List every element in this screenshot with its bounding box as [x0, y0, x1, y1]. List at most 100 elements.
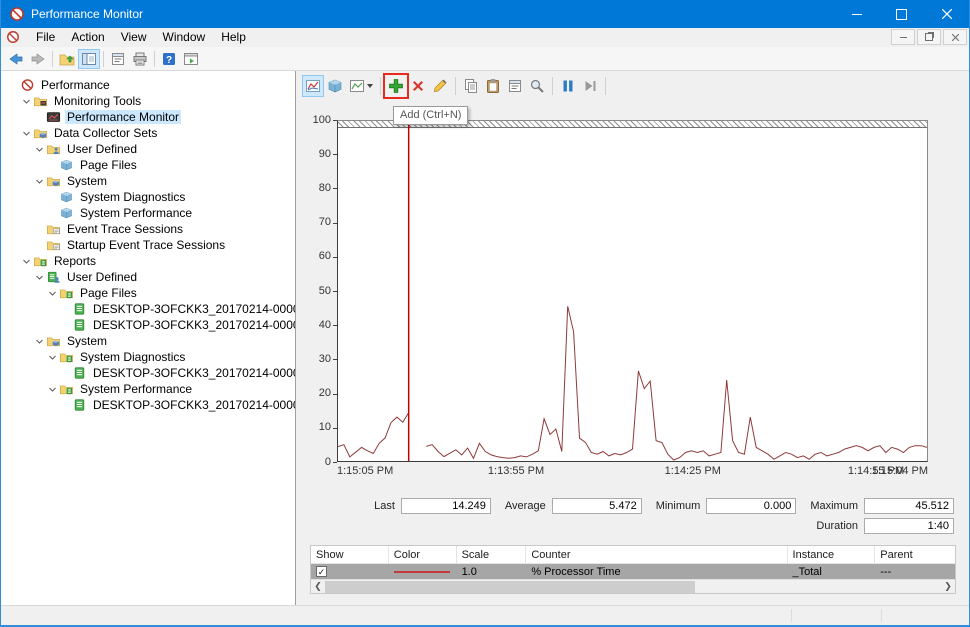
tree-item-system-performance[interactable]: System Performance	[1, 205, 295, 221]
mdi-restore-button[interactable]	[917, 29, 941, 45]
duration-bar: Duration 1:40	[802, 518, 954, 534]
view-current-activity-button[interactable]	[302, 75, 324, 97]
tree-item-desktop-3ofckk3-20170214-000001[interactable]: DESKTOP-3OFCKK3_20170214-000001	[1, 301, 295, 317]
column-header-scale[interactable]: Scale	[457, 546, 527, 563]
menu-view[interactable]: View	[113, 29, 155, 45]
back-button[interactable]	[5, 49, 27, 69]
tree-item-desktop-3ofckk3-20170214-000002[interactable]: DESKTOP-3OFCKK3_20170214-000002	[1, 397, 295, 413]
print-button[interactable]	[129, 49, 151, 69]
tree-item-desktop-3ofckk3-20170214-000001[interactable]: DESKTOP-3OFCKK3_20170214-000001	[1, 365, 295, 381]
tree-item-performance[interactable]: Performance	[1, 77, 295, 93]
highlight-button[interactable]	[429, 75, 451, 97]
maximize-button[interactable]	[879, 0, 924, 28]
chevron-expanded-icon[interactable]	[46, 351, 59, 364]
horizontal-scrollbar[interactable]: ❮ ❯	[311, 579, 955, 593]
tree-item-page-files[interactable]: Page Files	[1, 157, 295, 173]
delete-counter-button[interactable]	[407, 75, 429, 97]
graph-properties-button[interactable]	[504, 75, 526, 97]
chevron-placeholder	[59, 399, 72, 412]
mdi-close-button[interactable]	[943, 29, 967, 45]
tree-item-system-performance[interactable]: System Performance	[1, 381, 295, 397]
tree-item-label: System Performance	[78, 206, 194, 220]
chevron-expanded-icon[interactable]	[20, 127, 33, 140]
y-axis-tick-label: 50	[319, 285, 331, 297]
mdi-minimize-button[interactable]	[891, 29, 915, 45]
column-header-show[interactable]: Show	[311, 546, 389, 563]
tree-item-label: System	[65, 334, 109, 348]
show-checkbox[interactable]: ✓	[316, 566, 327, 577]
chevron-expanded-icon[interactable]	[33, 175, 46, 188]
tree-item-page-files[interactable]: Page Files	[1, 285, 295, 301]
scrollbar-thumb[interactable]	[325, 581, 695, 593]
column-header-color[interactable]: Color	[389, 546, 457, 563]
tree-item-desktop-3ofckk3-20170214-000003[interactable]: DESKTOP-3OFCKK3_20170214-000003	[1, 317, 295, 333]
help-button[interactable]: ?	[158, 49, 180, 69]
folder-report-icon	[59, 350, 74, 364]
forward-button[interactable]	[27, 49, 49, 69]
menu-help[interactable]: Help	[213, 29, 254, 45]
show-hide-console-tree-button[interactable]	[78, 49, 100, 69]
minimize-button[interactable]	[834, 0, 879, 28]
report-icon	[72, 398, 87, 412]
properties-button[interactable]	[107, 49, 129, 69]
tree-item-system-diagnostics[interactable]: System Diagnostics	[1, 189, 295, 205]
scroll-right-arrow[interactable]: ❯	[941, 580, 955, 594]
folder-cube-icon	[46, 334, 61, 348]
table-row[interactable]: ✓ 1.0 % Processor Time _Total ---	[311, 564, 955, 579]
chart-plot-area	[337, 120, 928, 462]
change-graph-type-button[interactable]	[346, 75, 376, 97]
tree-item-system[interactable]: System	[1, 173, 295, 189]
tree-item-data-collector-sets[interactable]: Data Collector Sets	[1, 125, 295, 141]
tree-item-system[interactable]: System	[1, 333, 295, 349]
legend-header-row: Show Color Scale Counter Instance Parent	[311, 546, 955, 564]
tree-item-label: System Performance	[78, 382, 194, 396]
menu-window[interactable]: Window	[155, 29, 214, 45]
chevron-expanded-icon[interactable]	[20, 95, 33, 108]
tree-item-performance-monitor[interactable]: Performance Monitor	[1, 109, 295, 125]
menu-file[interactable]: File	[28, 29, 63, 45]
add-counter-button[interactable]	[385, 75, 407, 97]
status-bar-divider	[881, 609, 882, 622]
copy-properties-button[interactable]	[460, 75, 482, 97]
x-axis-tick-label: 1:13:55 PM	[488, 465, 544, 477]
update-data-button[interactable]	[579, 75, 601, 97]
tree-item-user-defined[interactable]: User Defined	[1, 269, 295, 285]
tree-item-user-defined[interactable]: User Defined	[1, 141, 295, 157]
chevron-expanded-icon[interactable]	[33, 271, 46, 284]
chevron-expanded-icon[interactable]	[20, 255, 33, 268]
close-button[interactable]	[924, 0, 969, 28]
x-axis-tick-label: 1:15:04 PM	[872, 465, 928, 477]
y-axis-tick-label: 20	[319, 387, 331, 399]
chevron-expanded-icon[interactable]	[33, 335, 46, 348]
y-axis-tick-label: 0	[325, 456, 331, 468]
chevron-placeholder	[59, 319, 72, 332]
report-user-icon	[46, 270, 61, 284]
tree-item-monitoring-tools[interactable]: Monitoring Tools	[1, 93, 295, 109]
chevron-expanded-icon[interactable]	[33, 143, 46, 156]
y-axis-tick-label: 60	[319, 250, 331, 262]
zoom-button[interactable]	[526, 75, 548, 97]
window-title: Performance Monitor	[31, 7, 143, 21]
tree-item-event-trace-sessions[interactable]: Event Trace Sessions	[1, 221, 295, 237]
tree-item-label: Performance	[39, 78, 112, 92]
chevron-expanded-icon[interactable]	[46, 287, 59, 300]
show-action-pane-button[interactable]	[180, 49, 202, 69]
performance-monitor-pane: Add (Ctrl+N) 1009080706050403020100 1:15…	[296, 71, 969, 605]
tree-item-startup-event-trace-sessions[interactable]: Startup Event Trace Sessions	[1, 237, 295, 253]
view-log-data-button[interactable]	[324, 75, 346, 97]
tree-item-reports[interactable]: Reports	[1, 253, 295, 269]
scroll-left-arrow[interactable]: ❮	[311, 580, 325, 594]
column-header-instance[interactable]: Instance	[788, 546, 876, 563]
menu-action[interactable]: Action	[63, 29, 112, 45]
up-one-level-button[interactable]	[56, 49, 78, 69]
column-header-parent[interactable]: Parent	[875, 546, 955, 563]
tree-item-label: User Defined	[65, 270, 139, 284]
parent-cell: ---	[875, 564, 955, 579]
tree-item-system-diagnostics[interactable]: System Diagnostics	[1, 349, 295, 365]
chevron-expanded-icon[interactable]	[46, 383, 59, 396]
freeze-display-button[interactable]	[557, 75, 579, 97]
y-axis-tick-label: 80	[319, 182, 331, 194]
paste-counter-list-button[interactable]	[482, 75, 504, 97]
y-axis-tick-label: 40	[319, 319, 331, 331]
column-header-counter[interactable]: Counter	[526, 546, 787, 563]
